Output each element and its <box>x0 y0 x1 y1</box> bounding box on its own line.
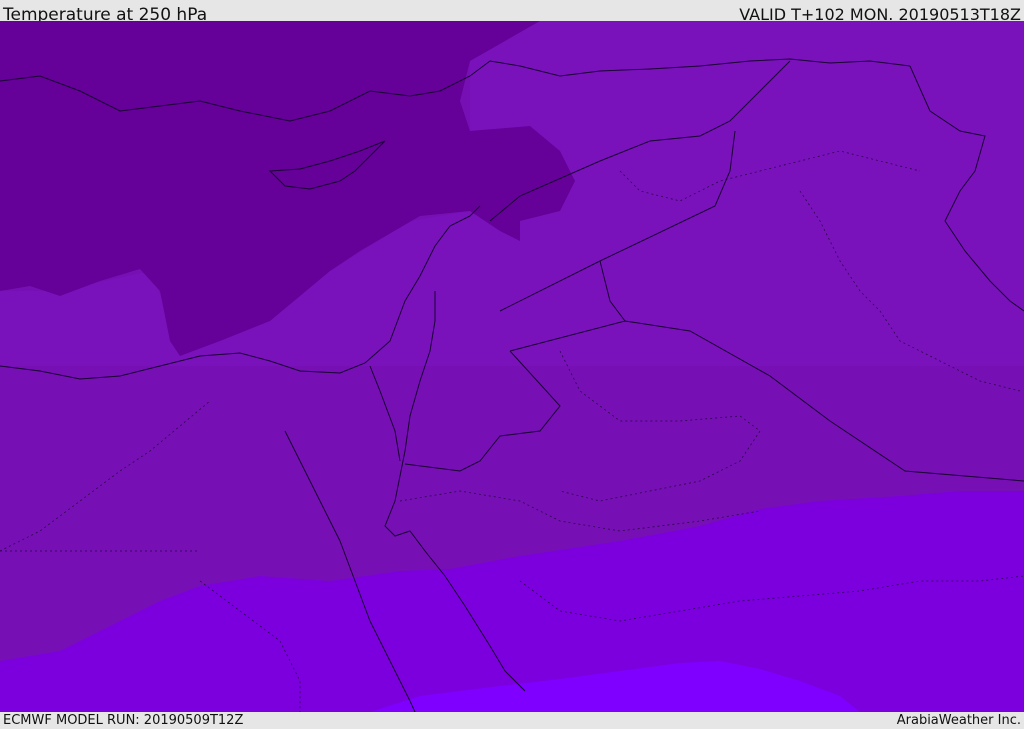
footer-bar: ECMWF MODEL RUN: 20190509T12Z ArabiaWeat… <box>0 712 1024 729</box>
temperature-map <box>0 21 1024 712</box>
model-run-label: ECMWF MODEL RUN: 20190509T12Z <box>3 713 244 728</box>
weather-map-figure: Temperature at 250 hPa VALID T+102 MON. … <box>0 0 1024 729</box>
credit-label: ArabiaWeather Inc. <box>896 713 1021 728</box>
header-bar: Temperature at 250 hPa VALID T+102 MON. … <box>0 0 1024 25</box>
